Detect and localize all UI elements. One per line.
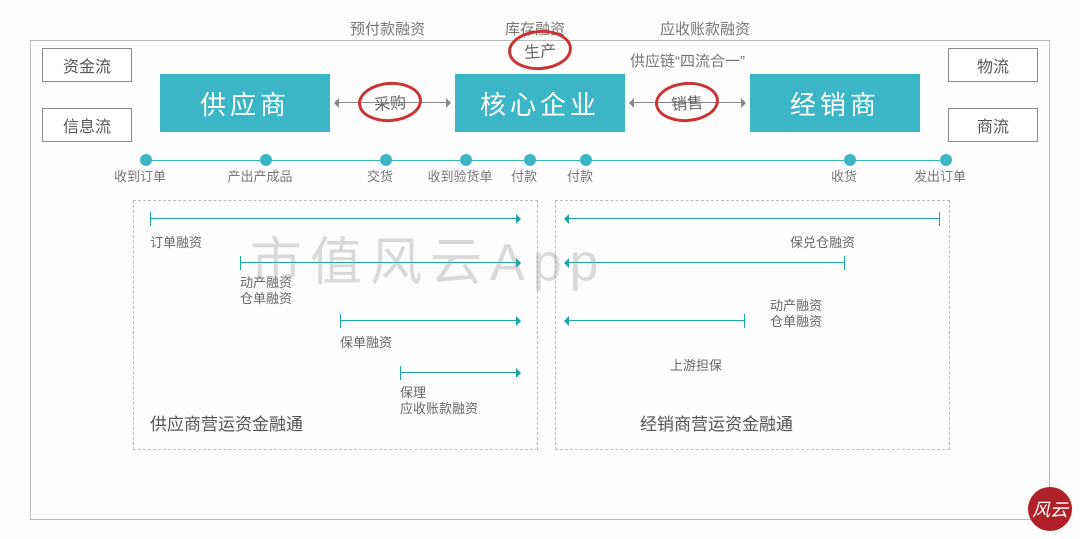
node-7: 发出订单 <box>914 166 966 185</box>
label-prepay: 预付款融资 <box>350 18 425 39</box>
ra2b-label: 仓单融资 <box>770 311 822 330</box>
node-3: 收到验货单 <box>427 166 492 185</box>
ra3-label: 上游担保 <box>670 355 722 374</box>
box-commerce: 商流 <box>948 108 1038 142</box>
entity-dealer: 经销商 <box>750 74 920 132</box>
box-cashflow: 资金流 <box>42 48 132 82</box>
node-1: 产出产成品 <box>227 166 292 185</box>
ra1-label: 保兑仓融资 <box>790 232 855 251</box>
la2b-label: 仓单融资 <box>240 288 292 307</box>
node-0: 收到订单 <box>114 166 166 185</box>
la3-label: 保单融资 <box>340 332 392 351</box>
entity-core: 核心企业 <box>455 74 625 132</box>
ra1 <box>565 262 845 263</box>
ra0 <box>565 218 940 219</box>
node-6: 收货 <box>831 166 857 185</box>
box-logistics: 物流 <box>948 48 1038 82</box>
label-fourflow: 供应链“四流合一” <box>630 50 745 71</box>
left-title: 供应商营运资金融通 <box>150 410 303 435</box>
la1 <box>150 218 520 219</box>
entity-supplier: 供应商 <box>160 74 330 132</box>
right-title: 经销商营运资金融通 <box>640 410 793 435</box>
la3 <box>340 320 520 321</box>
ra2 <box>565 320 745 321</box>
la2 <box>240 262 520 263</box>
label-receivable: 应收账款融资 <box>660 18 750 39</box>
la4 <box>400 372 520 373</box>
node-5: 付款 <box>567 166 593 185</box>
la1-label: 订单融资 <box>150 232 202 251</box>
box-infoflow: 信息流 <box>42 108 132 142</box>
node-2: 交货 <box>367 166 393 185</box>
timeline: 收到订单 产出产成品 交货 收到验货单 付款 付款 收货 发出订单 <box>140 160 940 161</box>
la4b-label: 应收账款融资 <box>400 398 478 417</box>
brand-stamp: 风云 <box>1028 487 1072 531</box>
node-4: 付款 <box>511 166 537 185</box>
